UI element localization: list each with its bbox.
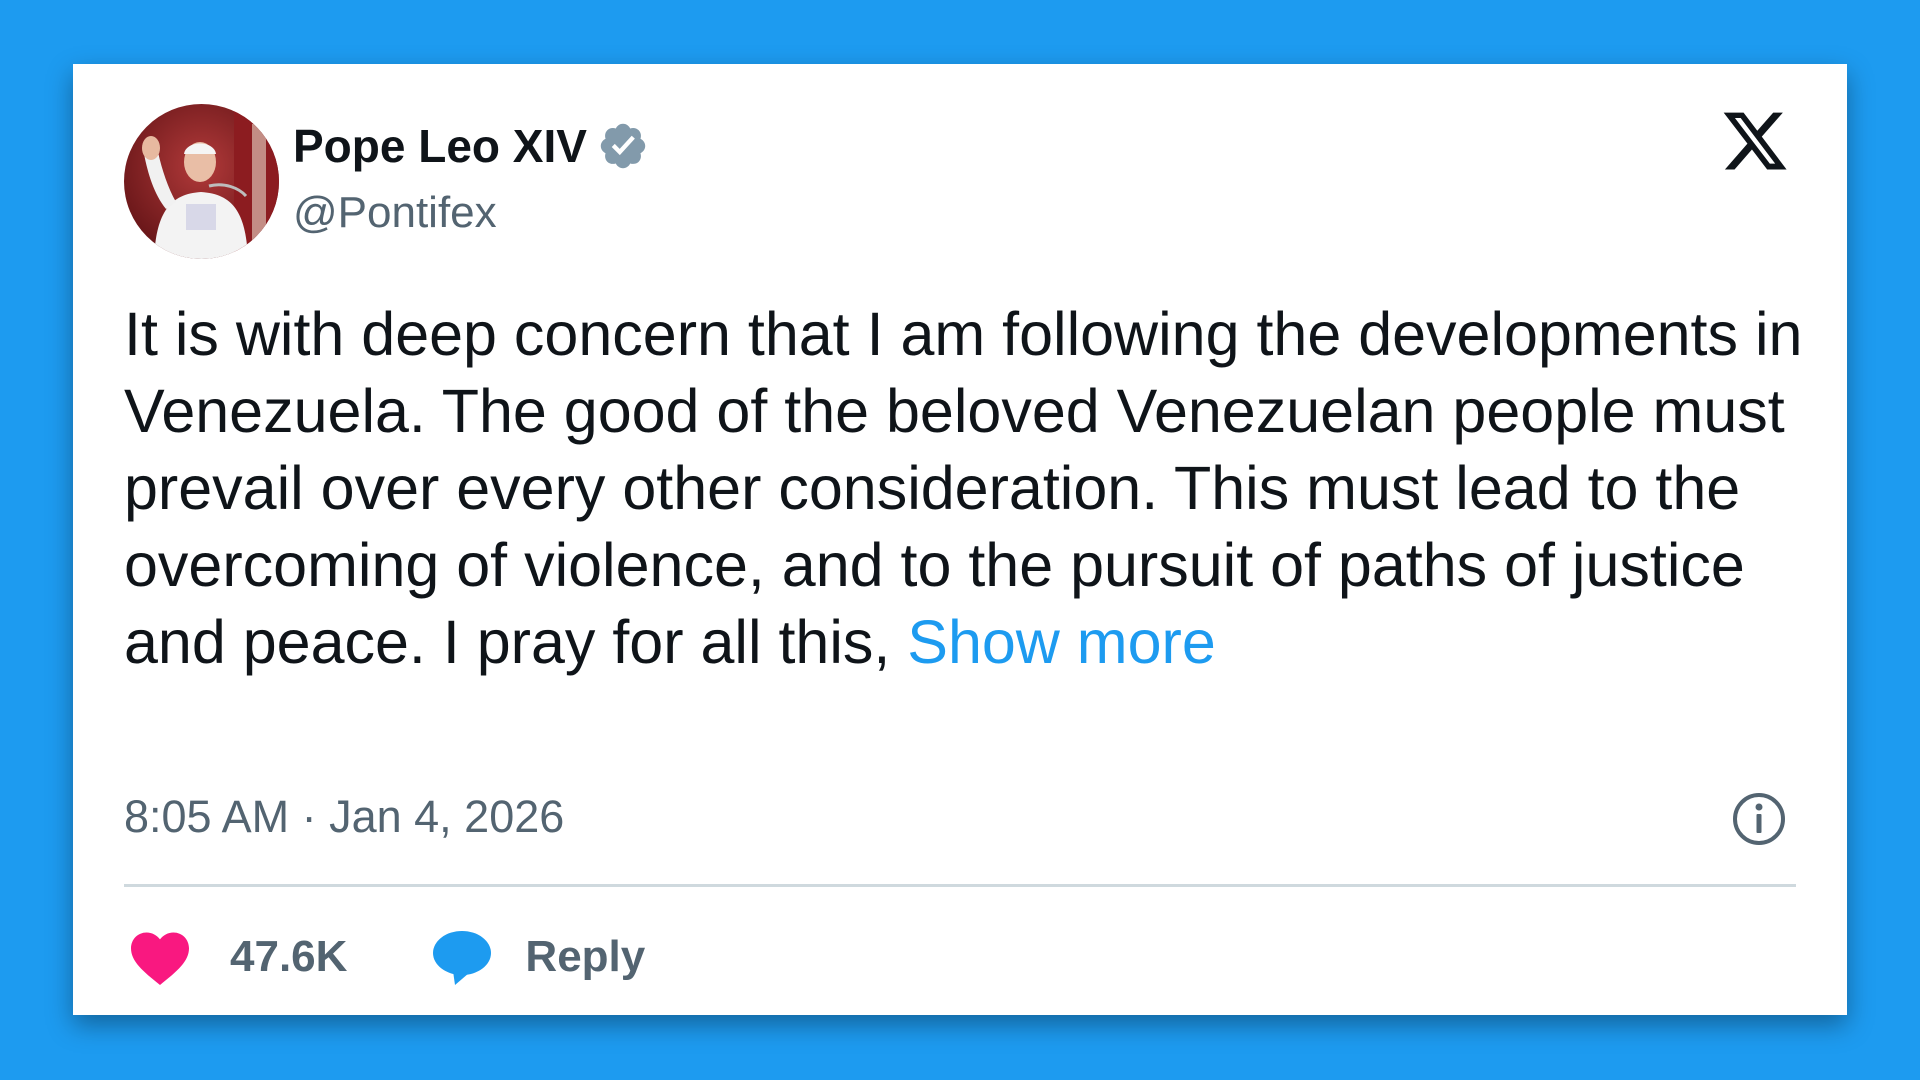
tweet-timestamp[interactable]: 8:05 AM · Jan 4, 2026 (124, 791, 564, 843)
author-handle[interactable]: @Pontifex (293, 188, 497, 238)
avatar[interactable] (124, 104, 279, 259)
speech-bubble-icon (431, 927, 493, 987)
divider (124, 884, 1796, 887)
heart-icon (128, 928, 192, 986)
info-icon[interactable] (1731, 791, 1787, 847)
like-button[interactable]: 47.6K (128, 928, 347, 986)
like-count: 47.6K (230, 932, 348, 981)
reply-label: Reply (525, 932, 646, 981)
reply-button[interactable]: Reply (431, 927, 645, 987)
x-logo-icon[interactable] (1718, 106, 1792, 176)
show-more-link[interactable]: Show more (907, 608, 1216, 676)
verified-badge-icon (597, 120, 649, 172)
author-name-row: Pope Leo XIV (293, 116, 649, 176)
tweet-text: It is with deep concern that I am follow… (124, 296, 1804, 681)
action-bar: 47.6K Reply (128, 917, 645, 997)
tweet-card: Pope Leo XIV @Pontifex It is with deep c… (73, 64, 1847, 1015)
author-display-name[interactable]: Pope Leo XIV (293, 119, 587, 173)
